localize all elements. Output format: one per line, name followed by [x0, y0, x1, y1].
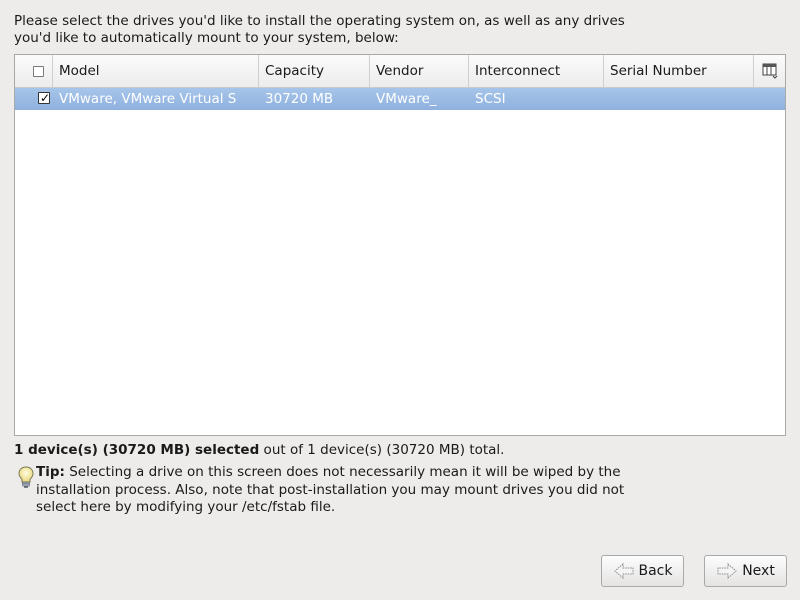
next-arrow-icon — [717, 562, 737, 580]
back-button[interactable]: Back — [601, 555, 684, 587]
column-header-capacity[interactable]: Capacity — [259, 55, 370, 87]
instructions-line-2: you'd like to automatically mount to you… — [14, 30, 399, 46]
selection-summary-rest: out of 1 device(s) (30720 MB) total. — [259, 442, 505, 458]
column-header-vendor[interactable]: Vendor — [370, 55, 469, 87]
row-select-cell: ✓ — [15, 88, 53, 110]
select-all-header — [15, 55, 53, 87]
tip-label: Tip: — [36, 464, 65, 480]
column-picker-button[interactable] — [754, 55, 785, 87]
instructions-line-1: Please select the drives you'd like to i… — [14, 13, 625, 29]
table-row[interactable]: ✓ VMware, VMware Virtual S 30720 MB VMwa… — [15, 88, 785, 110]
selection-summary-bold: 1 device(s) (30720 MB) selected — [14, 442, 260, 458]
tip-line-1: Selecting a drive on this screen does no… — [64, 464, 621, 480]
column-header-serial-number[interactable]: Serial Number — [604, 55, 754, 87]
column-picker-icon — [762, 63, 778, 79]
cell-vendor: VMware_ — [376, 91, 437, 107]
table-header: Model Capacity Vendor Interconnect Seria… — [15, 55, 785, 88]
next-button[interactable]: Next — [704, 555, 787, 587]
drive-selection-page: Please select the drives you'd like to i… — [0, 0, 800, 600]
cell-serial-number — [604, 88, 754, 110]
back-arrow-icon — [613, 562, 633, 580]
cell-capacity: 30720 MB — [265, 91, 334, 107]
drives-table: Model Capacity Vendor Interconnect Seria… — [14, 54, 786, 436]
column-header-interconnect[interactable]: Interconnect — [469, 55, 604, 87]
lightbulb-icon — [18, 466, 34, 488]
cell-interconnect: SCSI — [475, 91, 506, 107]
selection-summary: 1 device(s) (30720 MB) selected out of 1… — [14, 442, 504, 458]
tip-line-3: select here by modifying your /etc/fstab… — [36, 499, 336, 515]
instructions-text: Please select the drives you'd like to i… — [14, 13, 774, 47]
checkmark-icon: ✓ — [40, 91, 51, 105]
select-all-checkbox[interactable] — [33, 66, 44, 77]
row-select-checkbox[interactable]: ✓ — [38, 91, 51, 105]
tip-text: Tip: Selecting a drive on this screen do… — [36, 464, 636, 517]
back-button-label: Back — [638, 563, 673, 579]
tip-line-2: installation process. Also, note that po… — [36, 481, 625, 498]
column-header-model[interactable]: Model — [53, 55, 259, 87]
next-button-label: Next — [742, 563, 775, 579]
cell-model: VMware, VMware Virtual S — [59, 91, 237, 107]
